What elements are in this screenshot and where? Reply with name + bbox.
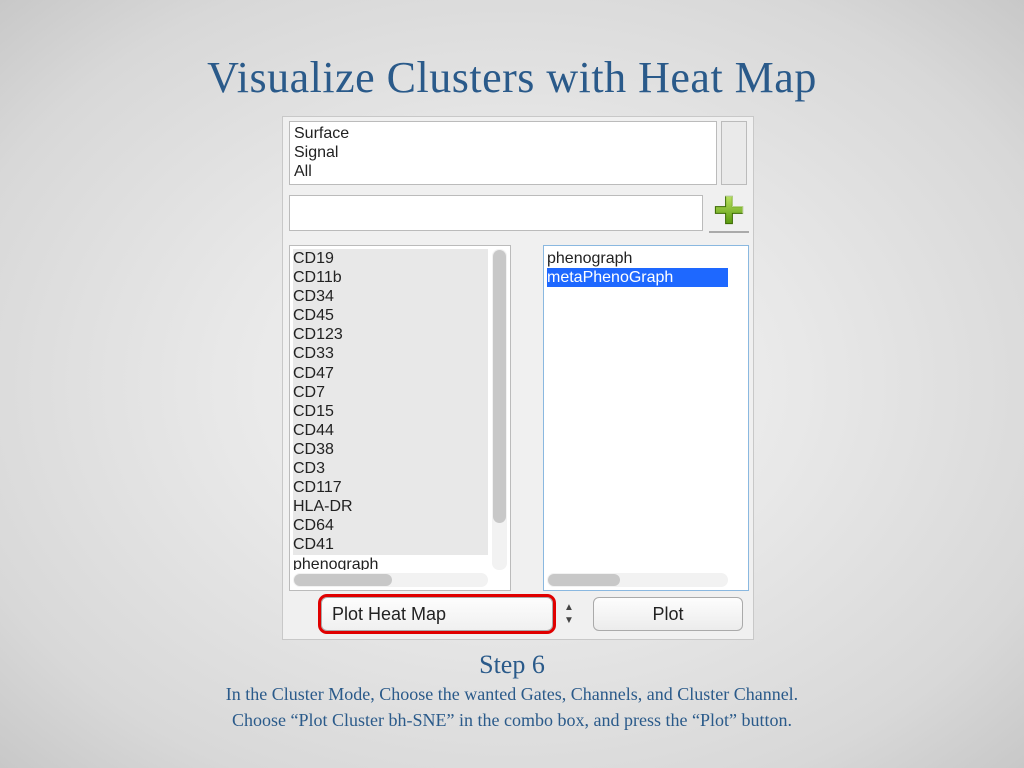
channel-list-item[interactable]: CD15 — [293, 402, 488, 421]
filter-input[interactable] — [289, 195, 703, 231]
add-button[interactable] — [709, 193, 749, 233]
channel-list-item[interactable]: HLA-DR — [293, 497, 488, 516]
channel-list-item[interactable]: CD123 — [293, 325, 488, 344]
channel-list-item[interactable]: CD19 — [293, 249, 488, 268]
dialog-panel: SurfaceSignalAll CD19CD11bCD34CD45C — [282, 116, 754, 640]
step-number: Step 6 — [0, 650, 1024, 680]
plot-button[interactable]: Plot — [593, 597, 743, 631]
combo-stepper[interactable]: ▲ ▼ — [559, 597, 579, 631]
combo-value: Plot Heat Map — [332, 604, 446, 625]
channel-list-vscrollbar[interactable] — [492, 249, 507, 570]
plot-button-label: Plot — [652, 604, 683, 625]
channel-list-item[interactable]: CD117 — [293, 478, 488, 497]
channel-list-item[interactable]: CD7 — [293, 383, 488, 402]
gate-list-item[interactable]: All — [294, 162, 712, 181]
plus-icon — [712, 193, 746, 232]
gate-list-item[interactable]: Signal — [294, 143, 712, 162]
step-caption: Step 6 In the Cluster Mode, Choose the w… — [0, 650, 1024, 732]
gate-list[interactable]: SurfaceSignalAll — [289, 121, 717, 185]
chevron-down-icon: ▼ — [564, 615, 574, 626]
channel-list-item[interactable]: CD64 — [293, 516, 488, 535]
cluster-list-hscrollbar[interactable] — [547, 573, 728, 587]
channel-list-item[interactable]: CD47 — [293, 364, 488, 383]
cluster-list-item[interactable]: phenograph — [547, 249, 728, 268]
channel-list-item[interactable]: CD41 — [293, 535, 488, 554]
gate-list-item[interactable]: Surface — [294, 124, 712, 143]
channel-list-item[interactable]: CD33 — [293, 344, 488, 363]
channel-list-item[interactable]: CD45 — [293, 306, 488, 325]
plot-type-combo[interactable]: Plot Heat Map — [321, 597, 553, 631]
slide-title: Visualize Clusters with Heat Map — [0, 0, 1024, 103]
cluster-channel-list[interactable]: phenographmetaPhenoGraph — [543, 245, 749, 591]
channel-list[interactable]: CD19CD11bCD34CD45CD123CD33CD47CD7CD15CD4… — [289, 245, 511, 591]
chevron-up-icon: ▲ — [564, 602, 574, 613]
bottom-row: Plot Heat Map ▲ ▼ Plot — [289, 597, 749, 633]
channel-list-item[interactable]: CD38 — [293, 440, 488, 459]
gate-list-scrollbar[interactable] — [721, 121, 747, 185]
filter-row — [289, 195, 749, 235]
step-text-line2: Choose “Plot Cluster bh-SNE” in the comb… — [0, 708, 1024, 732]
step-text-line1: In the Cluster Mode, Choose the wanted G… — [0, 682, 1024, 706]
channel-list-item[interactable]: phenograph — [293, 555, 488, 571]
channel-list-item[interactable]: CD34 — [293, 287, 488, 306]
channel-list-item[interactable]: CD3 — [293, 459, 488, 478]
channel-list-item[interactable]: CD44 — [293, 421, 488, 440]
cluster-list-item[interactable]: metaPhenoGraph — [547, 268, 728, 287]
channel-list-hscrollbar[interactable] — [293, 573, 488, 587]
channel-list-item[interactable]: CD11b — [293, 268, 488, 287]
